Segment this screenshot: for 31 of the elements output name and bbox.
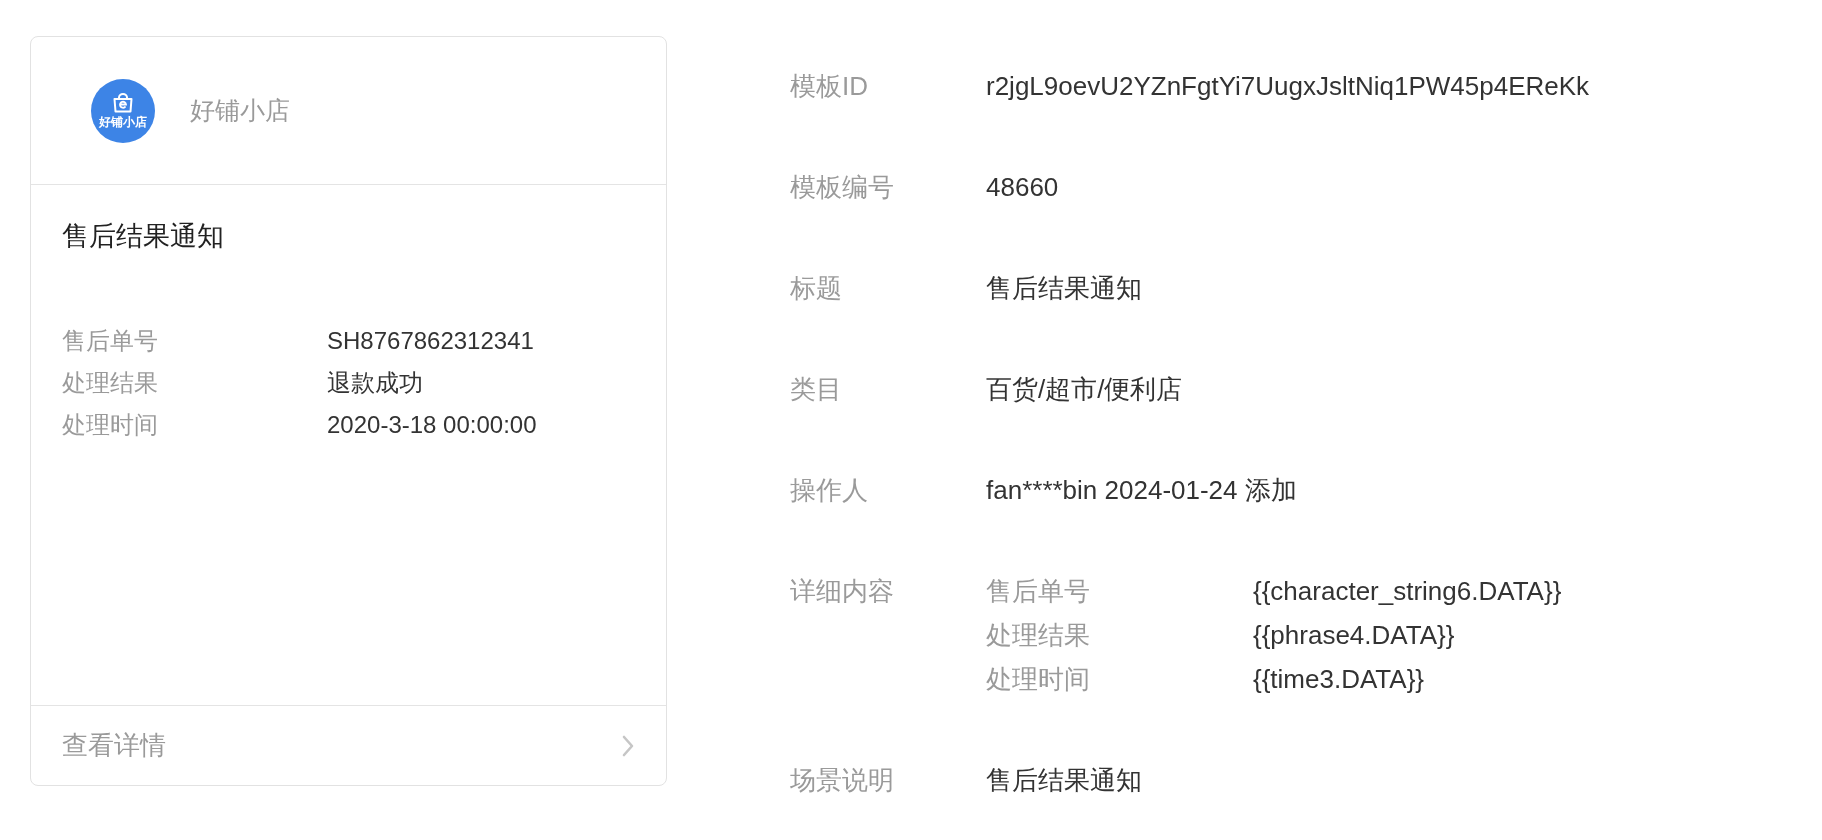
- chevron-right-icon: [622, 734, 634, 757]
- detail-label: 模板编号: [790, 171, 895, 204]
- detail-label: 操作人: [790, 474, 869, 507]
- detail-value: fan****bin 2024-01-24 添加: [986, 474, 1297, 507]
- detail-label: 场景说明: [790, 764, 895, 797]
- detail-label: 标题: [790, 272, 843, 305]
- message-title: 售后结果通知: [62, 220, 225, 253]
- field-value: SH8767862312341: [327, 326, 534, 356]
- field-label: 处理结果: [986, 619, 1091, 652]
- field-value: 2020-3-18 00:00:00: [327, 410, 537, 440]
- detail-value: 48660: [986, 171, 1059, 204]
- view-details-link[interactable]: 查看详情: [31, 705, 666, 785]
- detail-value: 售后结果通知: [986, 764, 1142, 797]
- field-value: 退款成功: [327, 368, 423, 398]
- detail-value: 百货/超市/便利店: [986, 373, 1183, 406]
- detail-label: 类目: [790, 373, 843, 406]
- field-label: 处理结果: [62, 368, 159, 398]
- field-label: 售后单号: [62, 326, 159, 356]
- detail-label: 详细内容: [790, 575, 895, 608]
- field-label: 处理时间: [986, 663, 1091, 696]
- detail-label: 模板ID: [790, 70, 869, 103]
- detail-value: r2jgL9oevU2YZnFgtYi7UugxJsltNiq1PW45p4EReKk: [986, 70, 1590, 103]
- logo-text: 好铺小店: [99, 115, 147, 129]
- field-value: {{time3.DATA}}: [1253, 663, 1425, 696]
- field-value: {{character_string6.DATA}}: [1253, 575, 1562, 608]
- detail-value: 售后结果通知: [986, 272, 1142, 305]
- shop-name: 好铺小店: [190, 95, 290, 126]
- shopping-bag-icon: [112, 92, 134, 113]
- field-label: 处理时间: [62, 410, 159, 440]
- field-value: {{phrase4.DATA}}: [1253, 619, 1455, 652]
- field-label: 售后单号: [986, 575, 1091, 608]
